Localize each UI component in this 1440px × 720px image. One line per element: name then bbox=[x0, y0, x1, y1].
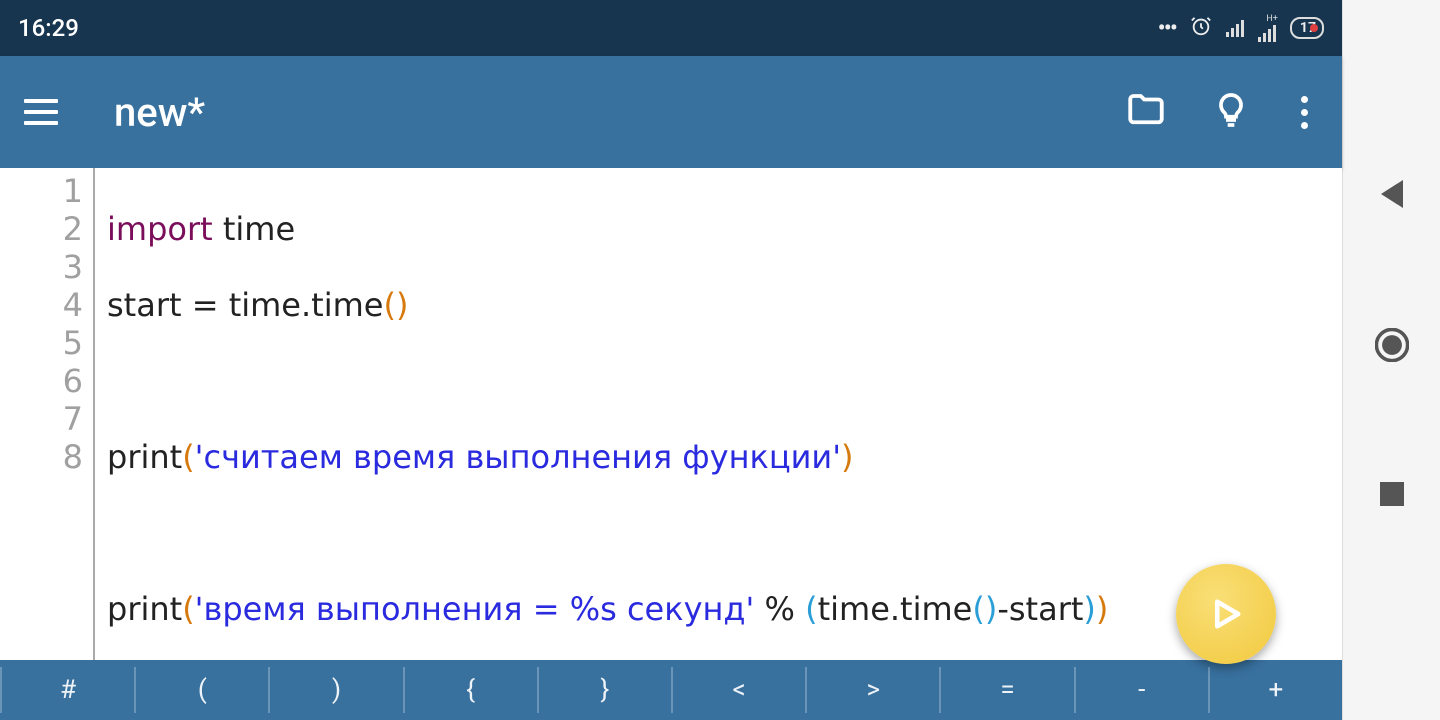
phone-screen: 16:29 ••• H+ 17 new* bbox=[0, 0, 1342, 720]
line-number: 4 bbox=[0, 286, 93, 324]
battery-indicator: 17 bbox=[1290, 17, 1324, 39]
overflow-menu-button[interactable] bbox=[1295, 96, 1314, 129]
quickkey-gt[interactable]: > bbox=[807, 660, 939, 720]
system-nav-bar bbox=[1342, 0, 1440, 720]
nav-home-button[interactable] bbox=[1375, 328, 1409, 362]
document-title: new* bbox=[114, 89, 1125, 136]
quickkey-rparen[interactable]: ) bbox=[270, 660, 402, 720]
data-signal-icon: H+ bbox=[1258, 15, 1276, 42]
code-line[interactable]: start = time.time() bbox=[107, 286, 1108, 324]
line-number: 7 bbox=[0, 400, 93, 438]
line-number: 8 bbox=[0, 438, 93, 476]
recent-apps-icon bbox=[1380, 482, 1404, 506]
quickkey-lbrace[interactable]: { bbox=[405, 660, 537, 720]
nav-recent-button[interactable] bbox=[1380, 482, 1404, 506]
quick-symbol-bar: # ( ) { } < > = - + bbox=[0, 660, 1342, 720]
code-line[interactable] bbox=[107, 514, 1108, 552]
back-icon bbox=[1381, 180, 1403, 208]
line-number: 1 bbox=[0, 172, 93, 210]
code-line[interactable]: import time bbox=[107, 210, 1108, 248]
code-line[interactable] bbox=[107, 362, 1108, 400]
home-icon bbox=[1375, 328, 1409, 362]
hamburger-menu-button[interactable] bbox=[24, 99, 58, 125]
code-line[interactable]: print('время выполнения = %s секунд' % (… bbox=[107, 590, 1108, 628]
status-bar: 16:29 ••• H+ 17 bbox=[0, 0, 1342, 56]
quickkey-plus[interactable]: + bbox=[1210, 660, 1342, 720]
quickkey-eq[interactable]: = bbox=[941, 660, 1073, 720]
line-number: 2 bbox=[0, 210, 93, 248]
app-bar-actions bbox=[1125, 89, 1322, 135]
folder-button[interactable] bbox=[1125, 89, 1167, 135]
clock: 16:29 bbox=[18, 14, 79, 42]
signal-icon bbox=[1226, 19, 1244, 37]
app-bar: new* bbox=[0, 56, 1342, 168]
quickkey-hash[interactable]: # bbox=[2, 660, 134, 720]
code-editor[interactable]: 1 2 3 4 5 6 7 8 import time start = time… bbox=[0, 168, 1342, 660]
code-content[interactable]: import time start = time.time() print('с… bbox=[95, 168, 1108, 660]
more-dots-icon: ••• bbox=[1158, 14, 1176, 42]
alarm-icon bbox=[1190, 15, 1212, 41]
line-gutter: 1 2 3 4 5 6 7 8 bbox=[0, 168, 95, 660]
quickkey-lparen[interactable]: ( bbox=[136, 660, 268, 720]
nav-back-button[interactable] bbox=[1381, 180, 1403, 208]
line-number: 5 bbox=[0, 324, 93, 362]
quickkey-rbrace[interactable]: } bbox=[539, 660, 671, 720]
line-number: 3 bbox=[0, 248, 93, 286]
code-line[interactable]: print('считаем время выполнения функции'… bbox=[107, 438, 1108, 476]
quickkey-lt[interactable]: < bbox=[673, 660, 805, 720]
run-button[interactable] bbox=[1176, 564, 1276, 664]
status-icons: ••• H+ 17 bbox=[1158, 14, 1324, 42]
quickkey-minus[interactable]: - bbox=[1076, 660, 1208, 720]
line-number: 6 bbox=[0, 362, 93, 400]
lightbulb-button[interactable] bbox=[1211, 90, 1251, 134]
